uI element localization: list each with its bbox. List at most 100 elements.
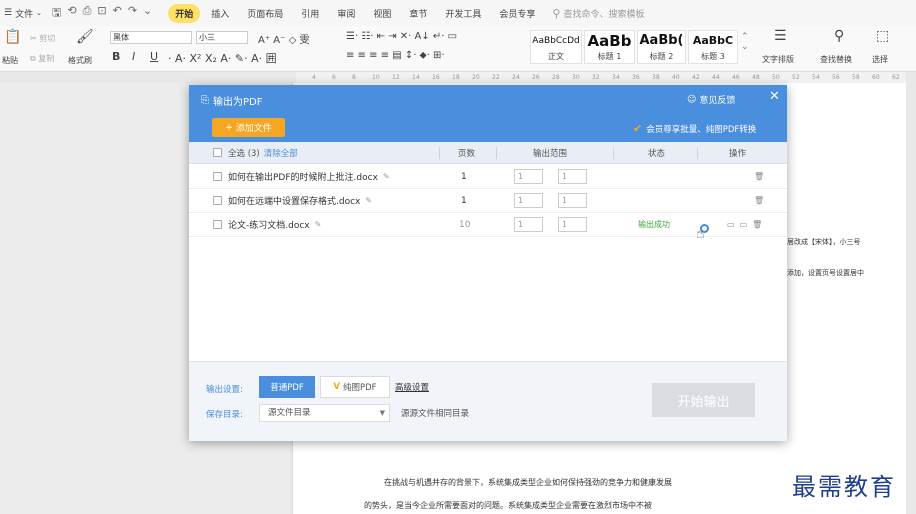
feedback-icon: ☺ bbox=[687, 94, 697, 105]
file-checkbox[interactable] bbox=[213, 196, 222, 205]
align-icons[interactable]: ≡ ≡ ≡ ≡ ▤ ↕· ⬥· ⊞· bbox=[346, 50, 445, 61]
bold-icon[interactable]: B bbox=[112, 50, 120, 63]
file-menu[interactable]: ☰ 文件 ⌄ bbox=[4, 7, 42, 20]
start-export-label: 开始输出 bbox=[677, 394, 730, 410]
select-all-checkbox[interactable] bbox=[213, 148, 222, 157]
close-icon[interactable]: ✕ bbox=[769, 89, 780, 104]
select-all-label: 全选 (3) bbox=[228, 148, 260, 159]
style-heading-2[interactable]: AaBb( 标题 2 bbox=[637, 30, 686, 64]
tab-page-layout[interactable]: 页面布局 bbox=[240, 4, 290, 23]
command-search[interactable]: ⚲ 查找命令、搜索模板 bbox=[552, 7, 644, 20]
export-pdf-dialog: ⎘ 输出为PDF ☺ 意见反馈 ✕ + 添加文件 ✔ 会员尊享批量、纯图PDF转… bbox=[189, 85, 787, 441]
caret-down-icon: ▼ bbox=[379, 409, 385, 417]
format-painter-label[interactable]: 格式刷 bbox=[68, 55, 92, 66]
add-file-button[interactable]: + 添加文件 bbox=[212, 118, 285, 137]
tab-insert[interactable]: 插入 bbox=[204, 4, 236, 23]
format-painter-icon[interactable]: 🖌 bbox=[76, 29, 94, 45]
font-name-select[interactable]: 黑体 bbox=[110, 31, 192, 44]
ruler: 4 6 8 10 12 14 16 18 20 22 24 26 28 30 32 34 36 38 40 42 44 4… bbox=[296, 72, 906, 83]
member-crown-icon: V bbox=[333, 382, 341, 392]
rename-icon[interactable]: ✎ bbox=[383, 172, 390, 181]
select-label[interactable]: 选择 bbox=[872, 54, 888, 65]
find-replace-icon[interactable]: ⚲ bbox=[834, 28, 844, 44]
style-heading-1[interactable]: AaBb 标题 1 bbox=[584, 30, 635, 64]
tab-review[interactable]: 审阅 bbox=[330, 4, 362, 23]
select-icon[interactable]: ⬚ bbox=[876, 28, 889, 44]
ruler-tick: 30 bbox=[572, 74, 580, 81]
rename-icon[interactable]: ✎ bbox=[315, 220, 322, 229]
file-row[interactable]: 如何在远端中设置保存格式.docx ✎ 1 1 1 🗑 bbox=[189, 189, 787, 213]
ruler-tick: 28 bbox=[552, 74, 560, 81]
copy-button[interactable]: ⧉ 复制 bbox=[30, 53, 54, 64]
history-icon[interactable]: ⟲ bbox=[67, 4, 76, 23]
style-normal[interactable]: AaBbCcDd 正文 bbox=[530, 30, 582, 64]
status-header: 状态 bbox=[648, 148, 666, 159]
ruler-tick: 34 bbox=[612, 74, 620, 81]
delete-icon[interactable]: 🗑 bbox=[754, 172, 764, 181]
save-dir-select[interactable]: 源文件目录 ▼ bbox=[259, 404, 390, 422]
pure-pdf-label: 纯图PDF bbox=[343, 383, 377, 393]
delete-icon[interactable]: 🗑 bbox=[752, 220, 762, 229]
font-grow-shrink-icons[interactable]: A⁺ A⁻ ◇ 雯 bbox=[258, 31, 309, 46]
ruler-tick: 14 bbox=[412, 74, 420, 81]
advanced-settings-link[interactable]: 高级设置 bbox=[395, 381, 429, 393]
feedback-link[interactable]: ☺ 意见反馈 bbox=[687, 93, 735, 107]
text-effects-icons[interactable]: · A· X² X₂ A· ✎· A· 囲 bbox=[168, 50, 277, 66]
text-layout-label[interactable]: 文字排版 bbox=[762, 54, 794, 65]
ruler-tick: 36 bbox=[632, 74, 640, 81]
tab-section[interactable]: 章节 bbox=[402, 4, 434, 23]
range-to-input[interactable]: 1 bbox=[558, 193, 587, 208]
cut-label: 剪切 bbox=[39, 34, 56, 43]
tab-home[interactable]: 开始 bbox=[168, 3, 201, 23]
member-check-icon: ✔ bbox=[633, 122, 643, 135]
start-export-button[interactable]: 开始输出 bbox=[652, 383, 755, 417]
pure-image-pdf-button[interactable]: V 纯图PDF bbox=[320, 376, 390, 398]
range-to-input[interactable]: 1 bbox=[558, 217, 587, 232]
text-layout-icon[interactable]: ☰ bbox=[774, 28, 787, 44]
delete-icon[interactable]: 🗑 bbox=[754, 196, 764, 205]
paste-icon[interactable]: 📋 bbox=[4, 29, 21, 45]
save-icon[interactable]: 🖫 bbox=[52, 4, 61, 23]
range-to-input[interactable]: 1 bbox=[558, 169, 587, 184]
font-size-select[interactable]: 小三 bbox=[196, 31, 248, 44]
document-side-text-1: 居改成【宋体】，小三号 bbox=[787, 238, 861, 246]
underline-icon[interactable]: U bbox=[150, 50, 158, 63]
file-row[interactable]: 如何在输出PDF的时候附上批注.docx ✎ 1 1 1 🗑 bbox=[189, 165, 787, 189]
rename-icon[interactable]: ✎ bbox=[365, 196, 372, 205]
find-replace-label[interactable]: 查找替换 bbox=[820, 54, 852, 65]
undo-icon[interactable]: ↶ bbox=[113, 4, 122, 23]
paste-label[interactable]: 粘贴 bbox=[2, 55, 18, 66]
ruler-tick: 58 bbox=[852, 74, 860, 81]
clear-all-link[interactable]: 清除全部 bbox=[264, 147, 298, 159]
file-checkbox[interactable] bbox=[213, 220, 222, 229]
range-from-input[interactable]: 1 bbox=[514, 217, 543, 232]
same-dir-option[interactable]: 源源文件相同目录 bbox=[401, 407, 469, 419]
normal-pdf-button[interactable]: 普通PDF bbox=[259, 376, 315, 398]
style-heading-3[interactable]: AaBbC 标题 3 bbox=[688, 30, 738, 64]
open-file-icon[interactable]: ▭ bbox=[727, 220, 735, 229]
more-icon[interactable]: ⌄ bbox=[143, 4, 152, 23]
file-pages: 10 bbox=[459, 219, 471, 230]
pages-header: 页数 bbox=[458, 148, 476, 159]
print-icon[interactable]: ⎙ bbox=[83, 4, 92, 23]
tab-member[interactable]: 会员专享 bbox=[492, 4, 542, 23]
redo-icon[interactable]: ↷ bbox=[128, 4, 137, 23]
dialog-title-text: 输出为PDF bbox=[213, 97, 263, 108]
styles-more-icon[interactable]: ⌃ ⌄ bbox=[741, 32, 749, 52]
column-divider bbox=[439, 147, 440, 159]
file-pages: 1 bbox=[461, 171, 467, 182]
range-from-input[interactable]: 1 bbox=[514, 169, 543, 184]
ruler-tick: 42 bbox=[692, 74, 700, 81]
tab-developer[interactable]: 开发工具 bbox=[438, 4, 488, 23]
list-icons[interactable]: ☰· ☷· ⇤ ⇥ ✕· A↓ ↵· ▭ bbox=[346, 31, 457, 42]
range-from-input[interactable]: 1 bbox=[514, 193, 543, 208]
font-name-value: 黑体 bbox=[113, 33, 129, 42]
italic-icon[interactable]: I bbox=[132, 50, 135, 63]
open-folder-icon[interactable]: ▭ bbox=[740, 220, 748, 229]
ruler-tick: 56 bbox=[832, 74, 840, 81]
cut-button[interactable]: ✂ 剪切 bbox=[30, 33, 55, 44]
print-preview-icon[interactable]: ⊡ bbox=[97, 4, 106, 23]
tab-references[interactable]: 引用 bbox=[294, 4, 326, 23]
file-checkbox[interactable] bbox=[213, 172, 222, 181]
tab-view[interactable]: 视图 bbox=[366, 4, 398, 23]
